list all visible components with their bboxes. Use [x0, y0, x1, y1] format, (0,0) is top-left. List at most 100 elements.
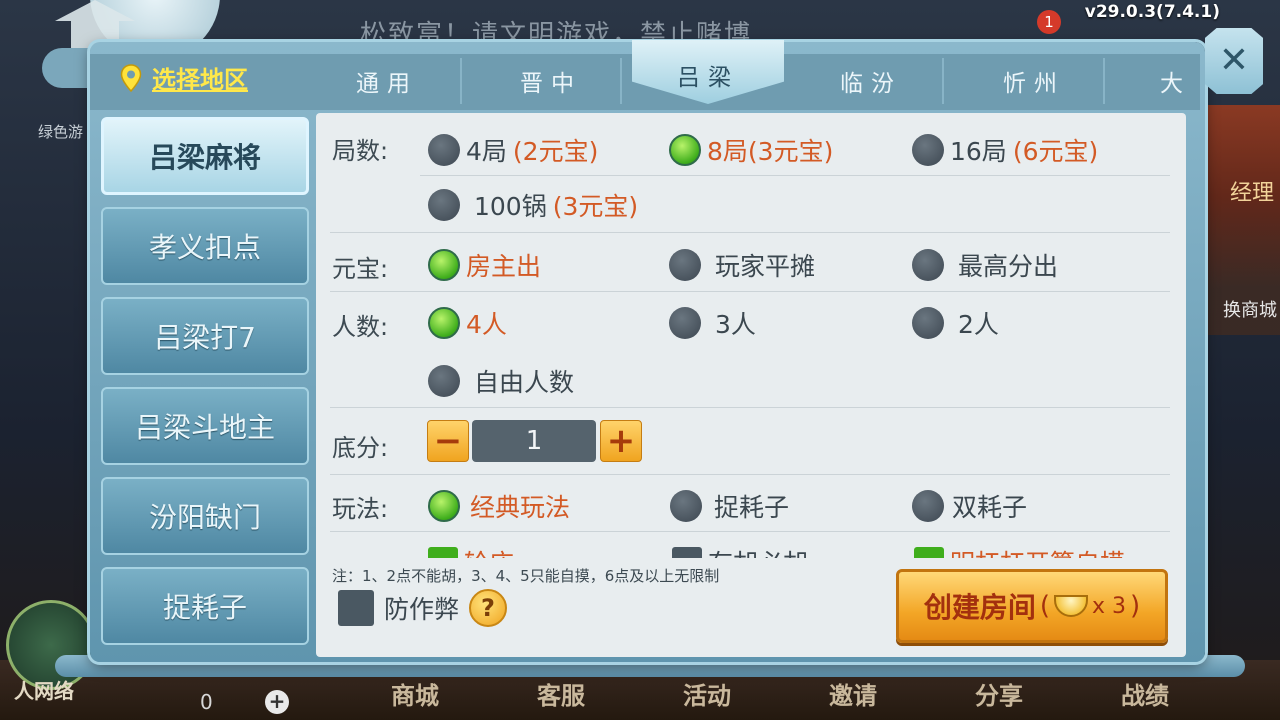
option-label: 2人	[958, 310, 999, 339]
minus-icon: −	[433, 421, 463, 461]
side-item-lvliang-doudizhu[interactable]: 吕梁斗地主	[101, 387, 309, 465]
radio-button[interactable]	[912, 134, 944, 166]
radio-button-selected[interactable]	[428, 249, 460, 281]
rounds-label: 局数:	[332, 137, 389, 165]
tab-jinzhong[interactable]: 晋中	[520, 64, 582, 98]
option-label: 16局	[950, 137, 1007, 166]
rules-note: 注：1、2点不能胡，3、4、5只能自摸，6点及以上无限制	[332, 567, 720, 585]
payment-option-split[interactable]: 玩家平摊	[669, 247, 815, 283]
anti-cheat-checkbox[interactable]	[338, 590, 374, 626]
players-option-free[interactable]: 自由人数	[428, 363, 574, 399]
radio-button[interactable]	[670, 490, 702, 522]
select-region-button[interactable]: 选择地区	[120, 60, 248, 95]
option-label: 房主出	[466, 252, 542, 281]
side-item-label: 吕梁打7	[154, 321, 256, 354]
option-label: 明杠杠开算自摸	[950, 544, 1125, 558]
play-style-classic[interactable]: 经典玩法	[428, 488, 570, 524]
checkbox-checked[interactable]	[914, 547, 944, 558]
checkbox-option[interactable]: 明杠杠开算自摸	[914, 544, 1125, 558]
anti-cheat-option[interactable]: 防作弊 ?	[338, 589, 508, 627]
radio-button[interactable]	[912, 249, 944, 281]
radio-button-selected[interactable]	[428, 307, 460, 339]
radio-button[interactable]	[428, 365, 460, 397]
rounds-option-4[interactable]: 4局 (2元宝)	[428, 132, 598, 168]
base-score-value: 1	[472, 420, 596, 462]
option-label: 玩家平摊	[715, 252, 816, 281]
checkbox-option[interactable]: 轮庄	[428, 544, 514, 558]
lobby-right-label-bottom: 换商城	[1223, 300, 1277, 321]
create-room-button[interactable]: 创建房间 ( x 3 )	[896, 569, 1168, 643]
players-option-2[interactable]: 2人	[912, 305, 999, 341]
nav-shop[interactable]: 商城	[360, 676, 470, 711]
side-item-xiaoyi-koudian[interactable]: 孝义扣点	[101, 207, 309, 285]
side-item-fenyang-quemen[interactable]: 汾阳缺门	[101, 477, 309, 555]
radio-button[interactable]	[428, 189, 460, 221]
nav-record[interactable]: 战绩	[1090, 676, 1200, 711]
radio-button[interactable]	[428, 134, 460, 166]
option-label: 捉耗子	[714, 493, 790, 522]
radio-button[interactable]	[912, 307, 944, 339]
option-label: 8局(3元宝)	[707, 137, 834, 166]
close-icon: ✕	[1218, 40, 1250, 81]
row-divider	[330, 291, 1170, 292]
gold-ingot-icon	[1054, 595, 1088, 617]
lobby-left-label: 绿色游	[38, 123, 84, 141]
rounds-option-100[interactable]: 100锅 (3元宝)	[428, 187, 638, 223]
rounds-option-8[interactable]: 8局(3元宝)	[669, 132, 833, 168]
row-divider	[420, 175, 1170, 176]
side-item-label: 孝义扣点	[148, 231, 261, 264]
select-region-label: 选择地区	[152, 66, 248, 94]
nav-activity[interactable]: 活动	[652, 676, 762, 711]
side-item-zhuohaozi[interactable]: 捉耗子	[101, 567, 309, 645]
radio-button[interactable]	[669, 307, 701, 339]
tab-tongyong[interactable]: 通用	[356, 64, 418, 98]
nav-invite[interactable]: 邀请	[798, 676, 908, 711]
option-label: 最高分出	[958, 252, 1059, 281]
bottom-nav: 商城 客服 活动 邀请 分享 战绩	[330, 676, 1230, 711]
side-item-label: 捉耗子	[162, 591, 247, 624]
tab-xinzhou[interactable]: 忻州	[1003, 64, 1065, 98]
radio-button-selected[interactable]	[669, 134, 701, 166]
create-room-label: 创建房间	[923, 591, 1036, 624]
checkbox[interactable]	[672, 547, 702, 558]
radio-button-selected[interactable]	[428, 490, 460, 522]
nav-service[interactable]: 客服	[506, 676, 616, 711]
play-style-label: 玩法:	[332, 495, 389, 523]
option-label: 3人	[715, 310, 756, 339]
play-style-shuanghaozi[interactable]: 双耗子	[912, 488, 1027, 524]
help-icon[interactable]: ?	[469, 589, 508, 627]
increase-button[interactable]: +	[600, 420, 642, 462]
lobby-right-label-top: 经理	[1230, 181, 1275, 206]
option-label: 双耗子	[952, 493, 1028, 522]
nav-share[interactable]: 分享	[944, 676, 1054, 711]
option-cost: (6元宝)	[1012, 137, 1099, 166]
radio-button[interactable]	[669, 249, 701, 281]
plus-icon: +	[606, 421, 636, 461]
notification-badge: 1	[1037, 10, 1061, 34]
row-divider	[330, 232, 1170, 233]
tab-linfen[interactable]: 临汾	[840, 64, 902, 98]
tab-divider	[942, 58, 944, 104]
radio-button[interactable]	[912, 490, 944, 522]
players-option-3[interactable]: 3人	[669, 305, 756, 341]
plus-icon[interactable]: +	[265, 690, 289, 714]
players-option-4[interactable]: 4人	[428, 305, 507, 341]
play-style-zhuohaozi[interactable]: 捉耗子	[670, 488, 789, 524]
checkbox-checked[interactable]	[428, 547, 458, 558]
side-item-lvliang-da7[interactable]: 吕梁打7	[101, 297, 309, 375]
tab-divider	[620, 58, 622, 104]
rounds-option-16[interactable]: 16局 (6元宝)	[912, 132, 1098, 168]
payment-option-winner[interactable]: 最高分出	[912, 247, 1058, 283]
create-room-cost: x 3	[1092, 593, 1127, 619]
players-label: 人数:	[332, 313, 389, 341]
row-divider	[330, 531, 1170, 532]
tab-divider	[460, 58, 462, 104]
tab-datong[interactable]: 大	[1160, 64, 1191, 98]
decrease-button[interactable]: −	[427, 420, 469, 462]
side-item-label: 吕梁麻将	[148, 141, 261, 174]
payment-option-host[interactable]: 房主出	[428, 247, 541, 283]
side-item-lvliang-majiang[interactable]: 吕梁麻将	[101, 117, 309, 195]
close-button[interactable]: ✕	[1205, 28, 1263, 94]
checkbox-option[interactable]: 有胡必胡	[672, 544, 808, 558]
location-pin-icon	[120, 63, 142, 92]
